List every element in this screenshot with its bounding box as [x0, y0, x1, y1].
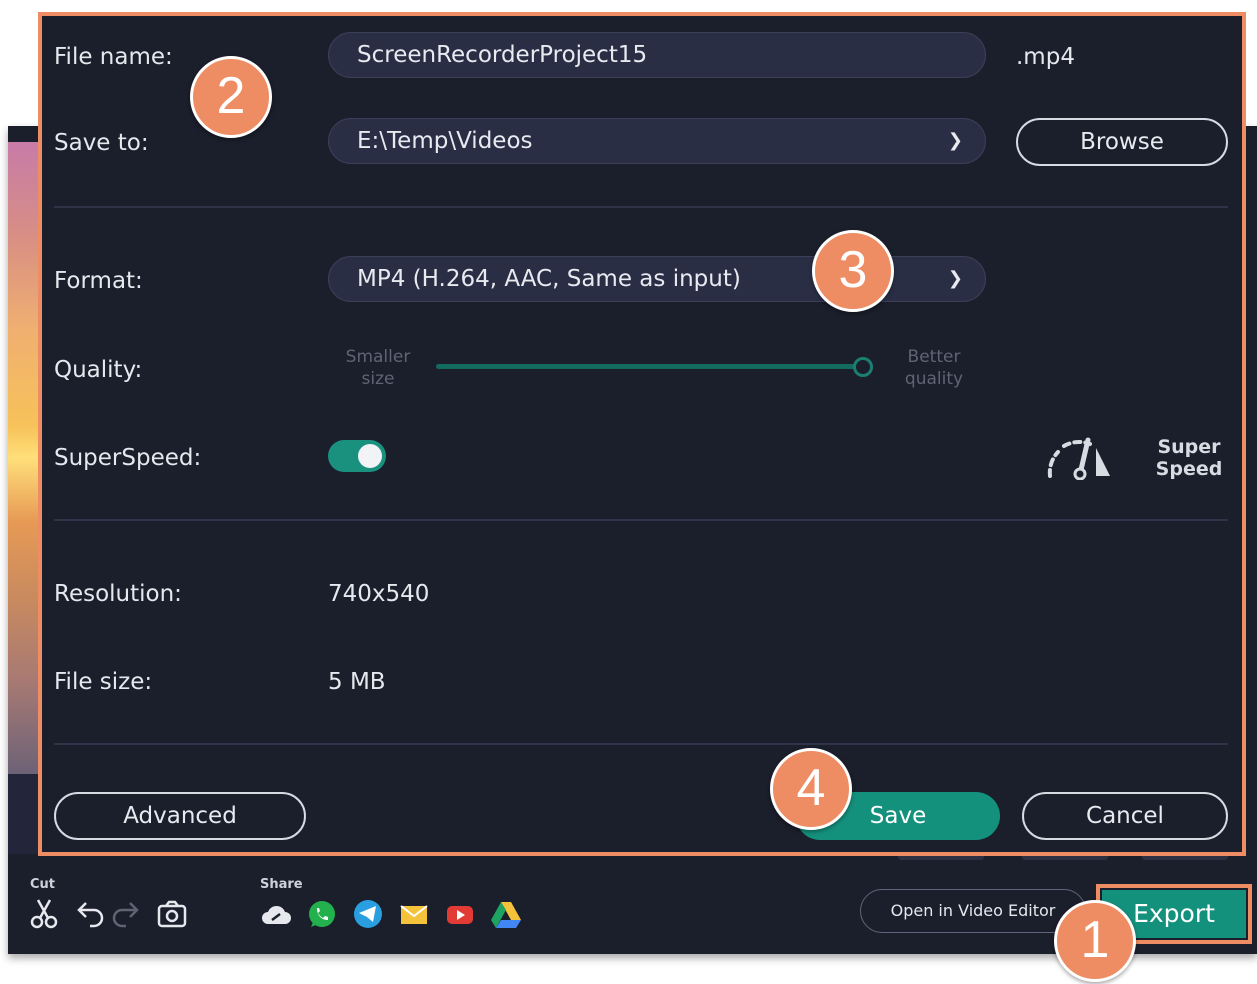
quality-label: Quality:	[54, 357, 143, 383]
format-value: MP4 (H.264, AAC, Same as input)	[357, 266, 741, 292]
save-to-dropdown[interactable]: E:\Temp\Videos ❯	[328, 118, 986, 164]
superspeed-toggle[interactable]	[328, 440, 386, 472]
superspeed-label: SuperSpeed:	[54, 445, 202, 471]
divider	[54, 743, 1228, 745]
superspeed-caption-line1: Super	[1157, 436, 1221, 458]
file-extension: .mp4	[1016, 44, 1075, 70]
file-size-value: 5 MB	[328, 669, 386, 695]
resolution-label: Resolution:	[54, 581, 182, 607]
scissors-icon[interactable]	[28, 898, 60, 930]
quality-min-caption: Smaller size	[328, 346, 428, 390]
save-to-value: E:\Temp\Videos	[357, 128, 533, 154]
undo-icon[interactable]	[74, 898, 106, 930]
player-controls-area	[8, 774, 40, 854]
callout-badge-2: 2	[190, 56, 272, 138]
quality-min-line1: Smaller	[345, 347, 411, 367]
divider	[54, 519, 1228, 521]
quality-max-caption: Better quality	[884, 346, 984, 390]
chevron-down-icon: ❯	[947, 268, 963, 289]
superspeed-caption: Super Speed	[1148, 436, 1230, 480]
toggle-knob	[358, 444, 382, 468]
cancel-button[interactable]: Cancel	[1022, 792, 1228, 840]
resolution-value: 740x540	[328, 581, 430, 607]
video-preview	[8, 142, 40, 774]
advanced-button[interactable]: Advanced	[54, 792, 306, 840]
export-dialog: File name: ScreenRecorderProject15 .mp4 …	[38, 12, 1246, 856]
file-name-label: File name:	[54, 44, 173, 70]
browse-button[interactable]: Browse	[1016, 118, 1228, 166]
redo-icon[interactable]	[110, 898, 142, 930]
quality-max-line2: quality	[904, 369, 964, 389]
file-size-label: File size:	[54, 669, 153, 695]
quality-max-line1: Better	[907, 347, 961, 367]
speedometer-icon	[1047, 437, 1110, 480]
divider	[54, 206, 1228, 208]
callout-badge-4: 4	[770, 748, 852, 830]
youtube-icon[interactable]	[444, 898, 476, 930]
share-caption: Share	[260, 877, 303, 892]
quality-slider-thumb[interactable]	[853, 357, 873, 377]
format-label: Format:	[54, 268, 143, 294]
cut-caption: Cut	[30, 877, 56, 892]
quality-min-line2: size	[361, 369, 395, 389]
callout-badge-3: 3	[812, 230, 894, 312]
cloud-icon[interactable]	[260, 898, 292, 930]
quality-slider[interactable]	[436, 364, 866, 369]
email-icon[interactable]	[398, 898, 430, 930]
whatsapp-icon[interactable]	[306, 898, 338, 930]
chevron-down-icon: ❯	[947, 130, 963, 151]
open-in-video-editor-button[interactable]: Open in Video Editor	[860, 889, 1086, 933]
snapshot-icon[interactable]	[156, 898, 188, 930]
file-name-input[interactable]: ScreenRecorderProject15	[328, 32, 986, 78]
superspeed-caption-line2: Speed	[1155, 458, 1223, 480]
save-to-label: Save to:	[54, 130, 149, 156]
callout-badge-1: 1	[1054, 900, 1136, 982]
google-drive-icon[interactable]	[490, 898, 522, 930]
telegram-icon[interactable]	[352, 898, 384, 930]
